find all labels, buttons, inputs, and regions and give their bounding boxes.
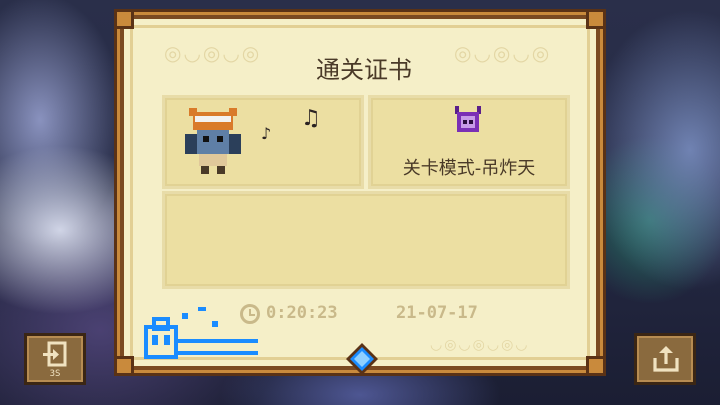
exit-door-icon: [43, 341, 67, 367]
music-note-icon: ♪: [261, 124, 272, 143]
clear-certificate-panel: ◎◡◎◡◎ ◎◡◎◡◎ 通关证书 ♪ ♫ 关卡模式-吊炸天 0:20:23 21…: [114, 9, 606, 376]
purple-horned-demon-icon: [455, 106, 481, 132]
decorative-swirl: ◡◎◡◎◡◎◡: [430, 337, 530, 353]
frame-corner: [586, 356, 606, 376]
frame-corner: [586, 9, 606, 29]
clock-icon: [240, 304, 260, 324]
empty-card: [162, 191, 570, 289]
clear-date: 21-07-17: [396, 303, 478, 323]
music-note-icon: ♫: [301, 106, 321, 131]
clear-time: 0:20:23: [266, 303, 338, 323]
hero-fox-hat-icon: [185, 108, 241, 174]
decorative-swirl: ◎◡◎◡◎: [164, 41, 262, 65]
exit-countdown: 3S: [49, 369, 61, 379]
certificate-title: 通关证书: [316, 56, 412, 84]
mode-card: 关卡模式-吊炸天: [368, 95, 570, 189]
mode-label: 关卡模式-吊炸天: [402, 158, 536, 179]
decorative-swirl: ◎◡◎◡◎: [454, 41, 552, 65]
exit-button[interactable]: 3S: [24, 333, 86, 385]
frame-corner: [114, 356, 134, 376]
frame-corner: [114, 9, 134, 29]
hero-card: ♪ ♫: [162, 95, 364, 189]
share-button[interactable]: [634, 333, 696, 385]
share-icon: [653, 346, 679, 372]
blue-gem-icon: [346, 343, 378, 375]
